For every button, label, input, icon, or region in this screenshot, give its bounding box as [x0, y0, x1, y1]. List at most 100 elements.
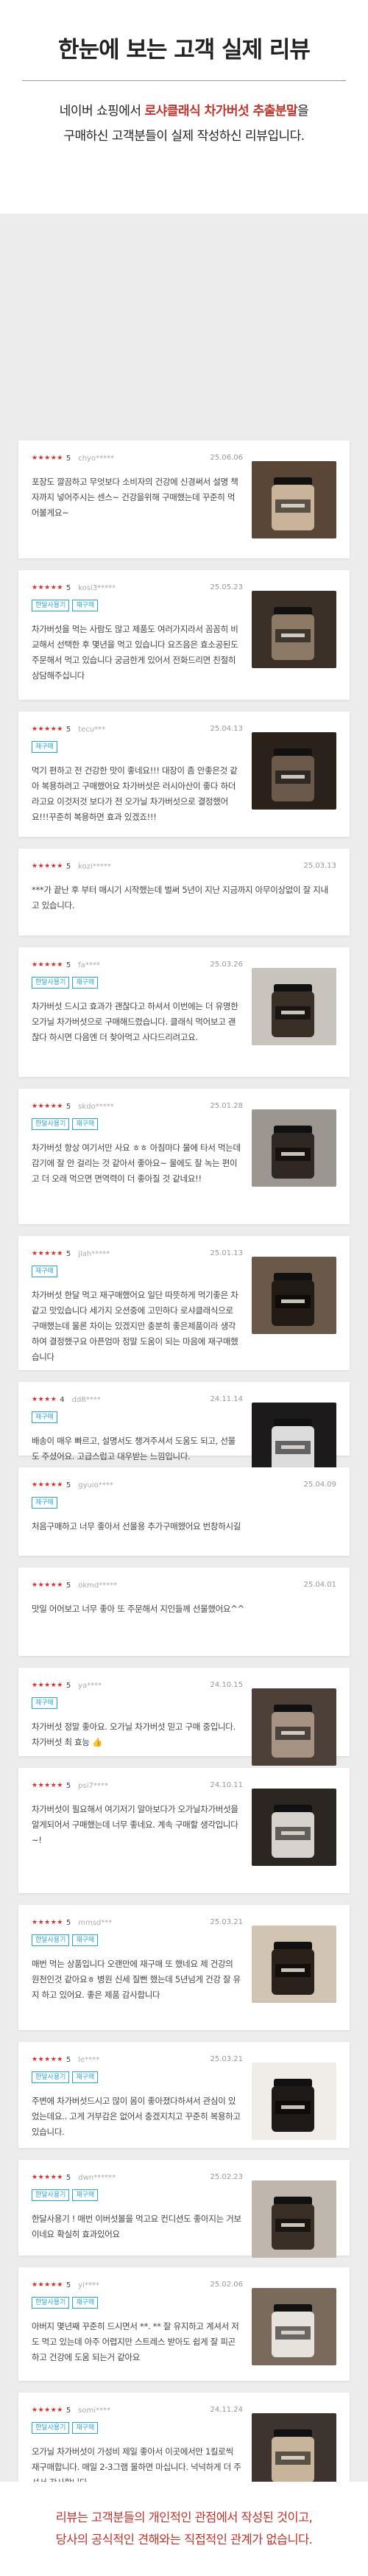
rating-score: 5	[66, 1581, 71, 1590]
review-date: 25.02.23	[210, 2173, 243, 2181]
review-card[interactable]: ★★★★★ 5 chyo***** 25.06.06 포장도 깔끔하고 무엇보다 소비자…	[18, 441, 350, 558]
review-card[interactable]: ★★★★★ 5 fa**** 25.03.26 한달사용기 재구매 차가버섯 드시고 효과가…	[18, 947, 350, 1077]
reviewer-id: dd8****	[71, 1395, 101, 1404]
review-badge: 재구매	[32, 1697, 57, 1709]
reviewer-id: dwn******	[78, 2173, 116, 2182]
review-text: 처음구매하고 너무 좋아서 선물용 추가구매했어요 번창하시길	[32, 1521, 241, 1531]
rating-stars: ★★★★★	[32, 863, 63, 870]
review-text: 아버지 몇년째 꾸준히 드시면서 **. ** 잘 유지하고 계셔서 저도 먹고…	[32, 2321, 239, 2362]
review-card[interactable]: ★★★★★ 5 kosi3***** 25.05.23 한달사용기 재구매 차가버섯을 먹는…	[18, 570, 350, 700]
product-jar-icon	[252, 1688, 336, 1766]
review-date: 25.01.13	[210, 1249, 243, 1257]
review-badge: 재구매	[72, 2189, 99, 2201]
review-photo[interactable]	[252, 2063, 336, 2140]
review-card[interactable]: ★★★★★ 5 psi7**** 24.10.11 차가버섯이 필요해서 여기저기 알아…	[18, 1768, 350, 1893]
header-divider	[22, 80, 346, 81]
review-card[interactable]: ★★★★★ 5 mmsd*** 25.03.21 한달사용기 재구매 매번 먹는 상품입니다…	[18, 1905, 350, 2030]
subtitle-text: 네이버 쇼핑에서	[59, 104, 145, 119]
review-text: 맛일 어어보고 너무 좋아 또 주문해서 지인들께 선물했어요^^	[32, 1604, 244, 1614]
review-badge: 재구매	[72, 2422, 99, 2434]
review-meta: ★★★★★ 5 kozi*****	[32, 860, 336, 872]
review-card[interactable]: ★★★★★ 5 gyuio**** 25.04.09 재구매 처음구매하고 너무 좋아서 …	[18, 1467, 350, 1556]
review-badge: 한달사용기	[32, 977, 70, 989]
rating-stars: ★★★★★	[32, 1782, 63, 1789]
reviewer-id: psi7****	[78, 1781, 108, 1790]
review-badge: 한달사용기	[32, 2297, 70, 2309]
rating-score: 5	[66, 454, 71, 463]
rating-score: 5	[66, 2055, 71, 2064]
reviewer-id: chyo*****	[78, 454, 115, 463]
review-page: 한눈에 보는 고객 실제 리뷰 네이버 쇼핑에서 로샤클래식 차가버섯 추출분말…	[0, 0, 368, 2576]
product-jar-icon	[252, 461, 336, 538]
review-date: 25.01.28	[210, 1102, 243, 1110]
review-card[interactable]: ★★★★★ 5 jlah***** 25.01.13 재구매 차가버섯 한달 먹고 재구매…	[18, 1236, 350, 1370]
review-photo[interactable]	[252, 2180, 336, 2258]
review-text: 한달사용기 ! 매번 이버섯볼을 먹고요 컨디션도 좋아지는 거보이네요 확실히…	[32, 2214, 241, 2239]
product-jar-icon	[252, 968, 336, 1045]
reviewer-id: kosi3*****	[78, 583, 116, 592]
product-highlight: 로샤클래식 차가버섯 추출분말	[144, 104, 298, 119]
review-badge: 재구매	[32, 1411, 57, 1423]
rating-stars: ★★★★★	[32, 584, 63, 592]
review-card[interactable]: ★★★★ 4 dd8**** 24.11.14 재구매 배송이 매우 빠르고, 설명서도 …	[18, 1382, 350, 1480]
header-subtitle-line1: 네이버 쇼핑에서 로샤클래식 차가버섯 추출분말을	[0, 99, 368, 124]
review-photo[interactable]	[252, 2413, 336, 2491]
review-badge: 재구매	[32, 741, 57, 753]
review-card[interactable]: ★★★★★ 5 yi**** 25.02.06 한달사용기 재구매 아버지 몇년째 꾸준히 …	[18, 2267, 350, 2381]
rating-stars: ★★★★★	[32, 2056, 63, 2063]
rating-stars: ★★★★★	[32, 726, 63, 733]
review-text: 먹기 편하고 전 건강한 맛이 좋네요!!! 대장이 좀 안좋은것 같아 복용하…	[32, 765, 238, 822]
review-card[interactable]: ★★★★★ 5 le**** 25.03.21 한달사용기 재구매 주변에 차가버섯드시고 …	[18, 2042, 350, 2148]
review-photo[interactable]	[252, 461, 336, 538]
review-text: 포장도 깔끔하고 무엇보다 소비자의 건강에 신경써서 설명 책자까지 넣어주시…	[32, 477, 238, 518]
review-photo[interactable]	[252, 1688, 336, 1766]
review-badge: 재구매	[72, 1118, 99, 1130]
review-badge: 한달사용기	[32, 600, 70, 611]
rating-stars: ★★★★★	[32, 1250, 63, 1257]
rating-stars: ★★★★	[32, 1396, 57, 1403]
review-badge: 한달사용기	[32, 2422, 70, 2434]
review-photo[interactable]	[252, 1109, 336, 1187]
review-card[interactable]: ★★★★★ 5 dwn****** 25.02.23 한달사용기 재구매 한달사용기 ! 매…	[18, 2160, 350, 2258]
review-badge: 한달사용기	[32, 1118, 70, 1130]
review-card[interactable]: ★★★★★ 5 okmd***** 25.04.01 맛일 어어보고 너무 좋아 또 주…	[18, 1568, 350, 1656]
review-badge: 재구매	[72, 1934, 99, 1946]
reviewer-id: mmsd***	[78, 1918, 113, 1927]
rating-score: 5	[66, 2406, 71, 2415]
review-card[interactable]: ★★★★★ 5 skdo***** 25.01.28 한달사용기 재구매 차가버섯 항상 여…	[18, 1089, 350, 1224]
rating-score: 5	[66, 1102, 71, 1111]
review-card[interactable]: ★★★★★ 5 tecu*** 25.04.13 재구매 먹기 편하고 전 건강한 맛이 …	[18, 712, 350, 837]
review-text: 차가버섯이 필요해서 여기저기 알아보다가 오가닐차가버섯을 알게되어서 구매했…	[32, 1804, 238, 1845]
review-text: 매번 먹는 상품입니다 오랜만에 재구매 또 했네요 제 건강의 원천인것 같아…	[32, 1959, 241, 2000]
review-date: 25.04.09	[303, 1481, 336, 1489]
review-card[interactable]: ★★★★★ 5 kozi***** 25.03.13 ***가 끝난 후 부터 매시기 …	[18, 849, 350, 936]
review-text: 주변에 차가버섯드시고 많이 몸이 좋아졌다하셔서 관심이 있었는데요.. 고게…	[32, 2096, 241, 2137]
rating-score: 5	[66, 2281, 71, 2289]
reviewer-id: okmd*****	[78, 1581, 118, 1590]
rating-stars: ★★★★★	[32, 1582, 63, 1589]
review-card[interactable]: ★★★★★ 5 ya**** 24.10.15 재구매 차가버섯 정말 좋아요. 오가닐 …	[18, 1668, 350, 1766]
review-badge: 한달사용기	[32, 2189, 70, 2201]
review-badge: 재구매	[32, 1266, 57, 1277]
reviewer-id: tecu***	[78, 725, 106, 734]
rating-score: 5	[66, 1781, 71, 1790]
review-photo[interactable]	[252, 732, 336, 810]
rating-score: 5	[66, 1481, 71, 1489]
review-photo[interactable]	[252, 1926, 336, 2003]
reviewer-id: fa****	[78, 961, 100, 969]
disclaimer-footer: 리뷰는 고객분들의 개인적인 관점에서 작성된 것이고, 당사의 공식적인 견해…	[0, 2482, 368, 2576]
review-meta: ★★★★★ 5 okmd*****	[32, 1579, 336, 1591]
review-photo[interactable]	[252, 591, 336, 668]
review-photo[interactable]	[252, 1789, 336, 1866]
reviewer-id: jlah*****	[78, 1249, 110, 1258]
review-text: 차가버섯을 먹는 사람도 많고 제품도 여러가지라서 꼼꼼히 비교해서 선택한 …	[32, 624, 238, 681]
review-date: 25.06.06	[210, 454, 243, 462]
review-photo[interactable]	[252, 1257, 336, 1334]
reviewer-id: somi****	[78, 2406, 111, 2415]
product-jar-icon	[252, 591, 336, 668]
review-date: 24.11.14	[210, 1395, 243, 1403]
review-photo[interactable]	[252, 2288, 336, 2365]
rating-stars: ★★★★★	[32, 455, 63, 462]
review-badges: 재구매	[32, 1497, 336, 1509]
review-photo[interactable]	[252, 968, 336, 1045]
